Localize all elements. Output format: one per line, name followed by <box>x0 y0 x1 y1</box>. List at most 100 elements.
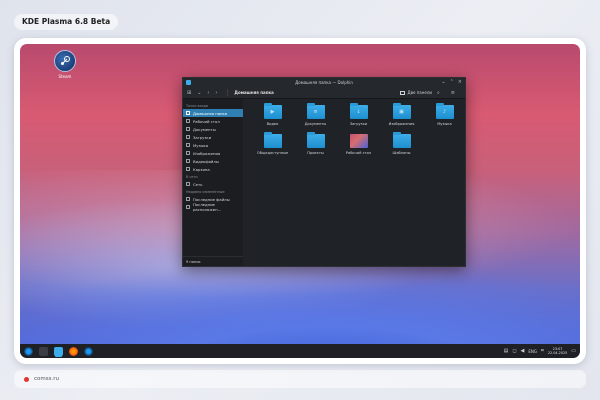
system-settings-icon[interactable] <box>39 346 48 356</box>
sidebar-item-recent-locations[interactable]: Последние расположен... <box>183 202 243 212</box>
clock-date: 22.04.2025 <box>547 351 568 355</box>
folder-icon <box>392 132 411 148</box>
sidebar-header-recent: Недавно изменённые <box>186 190 225 194</box>
search-icon[interactable]: ⌕ <box>437 90 440 96</box>
folder-label: Музыка <box>437 122 452 126</box>
folder-label: Проекты <box>307 151 324 155</box>
folder-icon <box>263 132 282 148</box>
sidebar-item-label: Сеть <box>193 181 203 187</box>
folder-icon: ▶ <box>263 103 282 119</box>
sidebar-item-pictures[interactable]: Изображения <box>183 149 243 157</box>
sidebar-item-label: Видеофайлы <box>193 158 219 164</box>
folder-item-templates[interactable]: Шаблоны <box>380 132 423 155</box>
sidebar-item-label: Корзина <box>193 166 210 172</box>
folder-icon: ♪ <box>435 103 454 119</box>
clock[interactable]: 23:07 22.04.2025 <box>548 347 567 355</box>
dolphin-app-icon <box>186 80 191 85</box>
folder-item-desktop[interactable]: Рабочий стол <box>337 134 380 155</box>
sidebar-item-network[interactable]: Сеть <box>183 180 243 188</box>
forward-arrow-icon[interactable]: › <box>215 90 217 96</box>
folder-item-music[interactable]: ♪ Музыка <box>423 103 466 126</box>
window-toolbar: ⊞ ⌄ ‹ › Домашняя папка Две панели ⌕ ≡ <box>183 87 465 99</box>
sidebar-item-trash[interactable]: Корзина <box>183 165 243 173</box>
trash-icon <box>186 167 190 171</box>
folder-icon: ▣ <box>392 103 411 119</box>
desktop-thumbnail-icon <box>349 134 368 148</box>
folder-label: Видео <box>266 122 279 126</box>
folder-item-pictures[interactable]: ▣ Изображения <box>380 103 423 126</box>
page-title: KDE Plasma 6.8 Beta <box>14 14 119 30</box>
folder-item-public[interactable]: Общедоступные <box>251 132 294 155</box>
recent-files-icon <box>186 197 190 201</box>
kde-launcher-icon[interactable] <box>24 346 33 356</box>
sidebar-header-places: Точки входа <box>186 104 208 108</box>
music-icon <box>186 143 190 147</box>
record-dot-icon <box>24 376 29 382</box>
dolphin-taskbar-icon[interactable] <box>54 346 63 356</box>
folder-item-videos[interactable]: ▶ Видео <box>251 103 294 126</box>
window-body: Точки входа Домашняя папка Рабочий стол … <box>183 99 465 266</box>
toolbar-right: Две панели ⌕ ≡ <box>400 90 461 96</box>
desktop: Steam Домашняя папка — Dolphin ⌄ ⌃ × ⊞ ⌄… <box>20 44 580 358</box>
screenshot-frame: Steam Домашняя папка — Dolphin ⌄ ⌃ × ⊞ ⌄… <box>14 38 586 364</box>
keyboard-layout[interactable]: ENG <box>528 349 537 354</box>
hamburger-menu-icon[interactable]: ≡ <box>451 90 455 96</box>
system-tray: ▤ ◻ ◀ ENG ⌗ 23:07 22.04.2025 ▭ <box>504 347 576 355</box>
sidebar-item-downloads[interactable]: Загрузки <box>183 133 243 141</box>
folder-label: Шаблоны <box>392 151 411 155</box>
download-icon <box>186 135 190 139</box>
places-sidebar: Точки входа Домашняя папка Рабочий стол … <box>183 99 243 266</box>
minimize-icon[interactable]: ⌄ <box>441 79 445 85</box>
document-icon <box>186 127 190 131</box>
folder-label: Загрузки <box>349 122 368 126</box>
folder-item-projects[interactable]: Проекты <box>294 132 337 155</box>
clipboard-icon[interactable]: ▤ <box>504 348 509 354</box>
breadcrumb[interactable]: Домашняя папка <box>234 90 273 95</box>
network-icon <box>186 182 190 186</box>
back-arrow-icon[interactable]: ‹ <box>207 90 209 96</box>
folder-label: Рабочий стол <box>345 151 372 155</box>
sidebar-item-desktop[interactable]: Рабочий стол <box>183 117 243 125</box>
split-view-icon <box>400 90 406 95</box>
image-icon <box>186 151 190 155</box>
show-desktop-icon[interactable]: ▭ <box>571 348 576 354</box>
folder-grid: ▶ Видео ≡ Документы ↓ Загрузки ▣ Изображения… <box>251 103 466 155</box>
folder-icon: ↓ <box>349 103 368 119</box>
volume-icon[interactable]: ◀ <box>521 348 525 354</box>
discover-icon[interactable] <box>84 346 93 356</box>
folder-label: Документы <box>304 122 327 126</box>
source-url[interactable]: comss.ru <box>34 376 59 382</box>
sidebar-item-label: Последние расположен... <box>192 202 222 212</box>
window-title: Домашняя папка — Dolphin <box>295 80 353 85</box>
sidebar-item-home[interactable]: Домашняя папка <box>183 109 243 117</box>
steam-icon <box>61 56 70 65</box>
taskbar: ▤ ◻ ◀ ENG ⌗ 23:07 22.04.2025 ▭ <box>20 344 580 358</box>
split-view-label: Две панели <box>407 90 432 95</box>
steam-desktop-icon[interactable] <box>54 50 76 72</box>
sidebar-item-videos[interactable]: Видеофайлы <box>183 157 243 165</box>
close-icon[interactable]: × <box>458 79 462 85</box>
chevron-down-icon[interactable]: ⌄ <box>197 90 201 96</box>
view-mode-icon[interactable]: ⊞ <box>187 90 191 96</box>
firefox-icon[interactable] <box>69 346 78 356</box>
folder-icon <box>306 132 325 148</box>
toolbar-divider <box>227 89 229 96</box>
file-view[interactable]: ▶ Видео ≡ Документы ↓ Загрузки ▣ Изображения… <box>243 99 465 266</box>
sidebar-item-label: Музыка <box>193 142 209 148</box>
dolphin-window[interactable]: Домашняя папка — Dolphin ⌄ ⌃ × ⊞ ⌄ ‹ › Д… <box>182 77 466 267</box>
maximize-icon[interactable]: ⌃ <box>450 79 454 85</box>
network-tray-icon[interactable]: ⌗ <box>541 348 544 354</box>
video-icon <box>186 159 190 163</box>
steam-desktop-label: Steam <box>58 74 72 79</box>
sidebar-item-label: Домашняя папка <box>193 110 228 116</box>
folder-item-downloads[interactable]: ↓ Загрузки <box>337 103 380 126</box>
notification-icon[interactable]: ◻ <box>512 348 516 354</box>
sidebar-item-music[interactable]: Музыка <box>183 141 243 149</box>
sidebar-item-documents[interactable]: Документы <box>183 125 243 133</box>
folder-item-documents[interactable]: ≡ Документы <box>294 103 337 126</box>
folder-label: Общедоступные <box>256 151 289 155</box>
window-titlebar[interactable]: Домашняя папка — Dolphin ⌄ ⌃ × <box>183 78 465 87</box>
sidebar-item-label: Загрузки <box>193 134 212 140</box>
split-view-button[interactable]: Две панели <box>400 90 432 95</box>
status-folder-count: 9 папок <box>183 256 243 266</box>
